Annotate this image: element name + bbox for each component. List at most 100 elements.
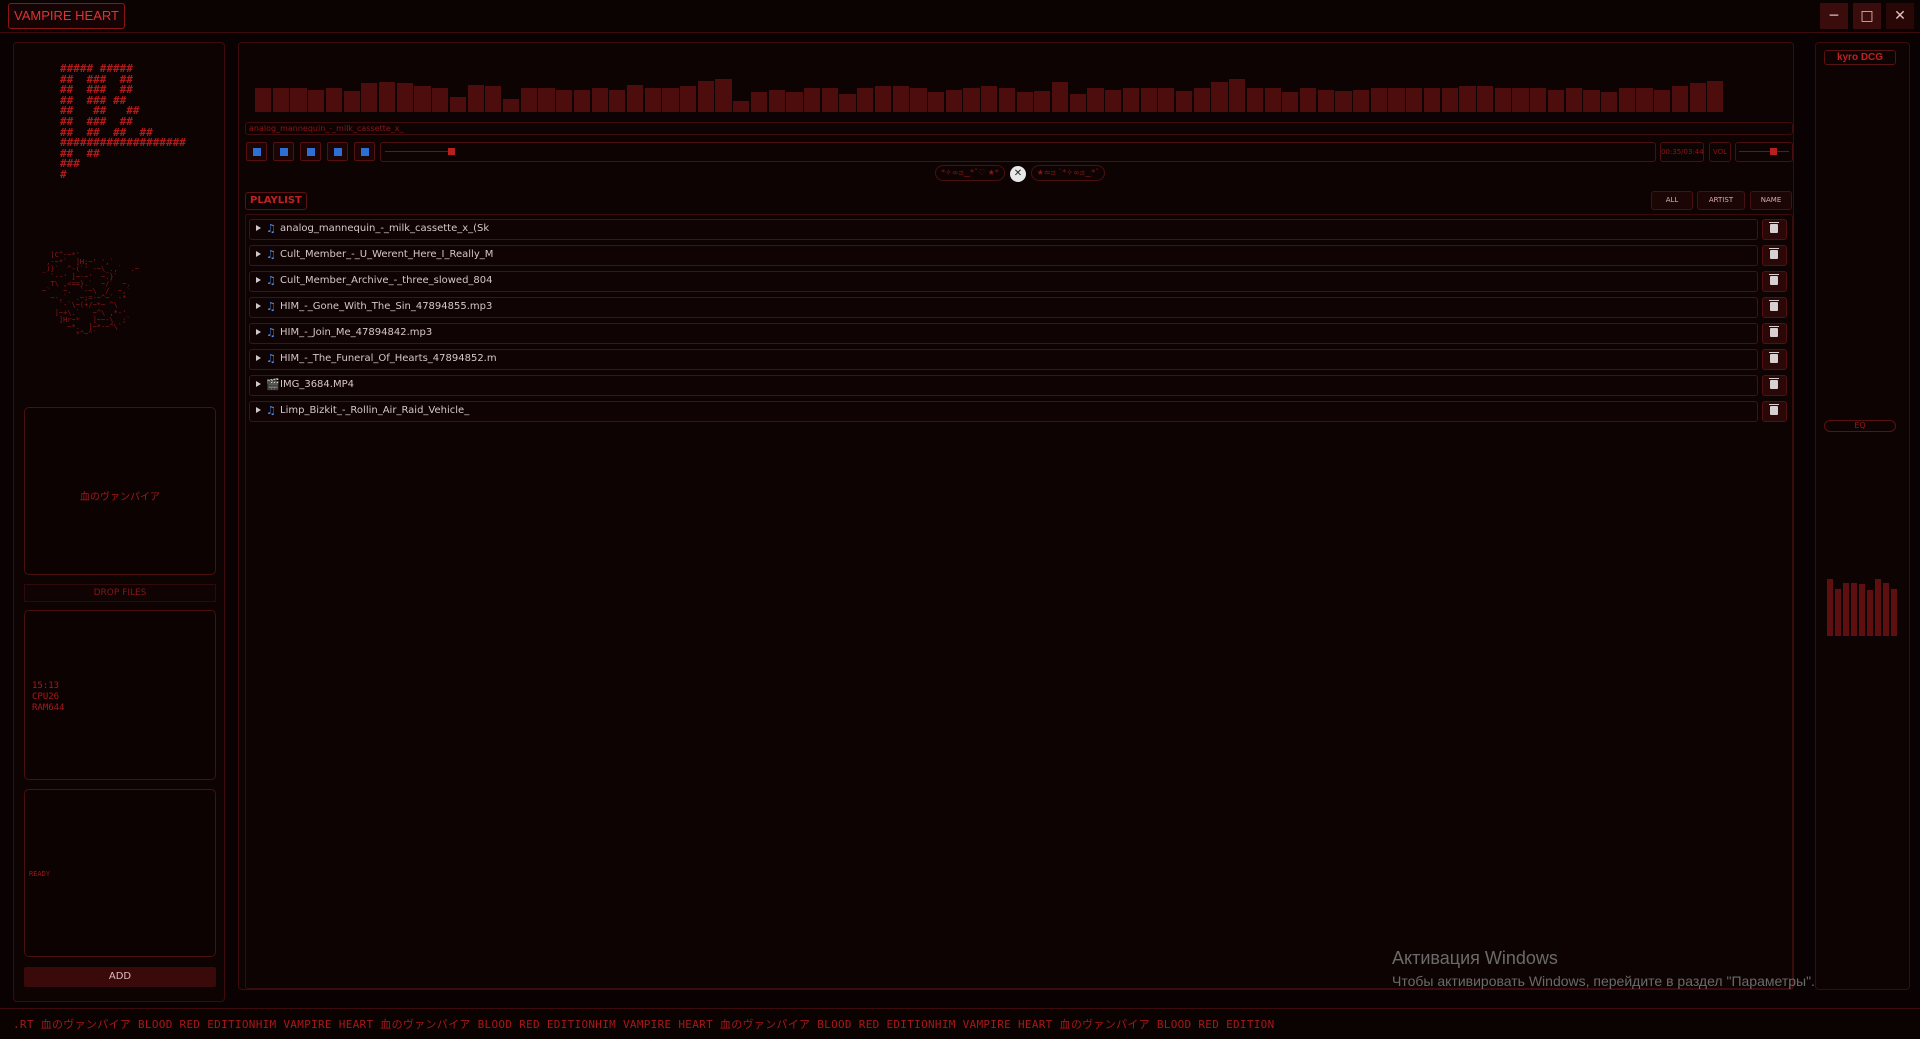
volume-slider[interactable] xyxy=(1735,142,1793,162)
visualizer-bar xyxy=(750,92,768,112)
delete-track-button[interactable] xyxy=(1762,375,1787,396)
play-triangle-icon[interactable] xyxy=(256,407,261,413)
track-row[interactable]: 🎬 IMG_3684.MP4 xyxy=(249,375,1758,396)
trash-icon xyxy=(1769,274,1779,285)
drop-files-zone[interactable]: DROP FILES xyxy=(24,584,216,602)
track-row[interactable]: ♫ Cult_Member_-_U_Werent_Here_I_Really_M xyxy=(249,245,1758,266)
visualizer-bar xyxy=(1051,82,1069,112)
play-triangle-icon[interactable] xyxy=(256,251,261,257)
next-button[interactable] xyxy=(327,142,348,161)
visualizer-bar xyxy=(1583,90,1600,112)
trash-icon xyxy=(1769,300,1779,311)
music-icon: ♫ xyxy=(266,248,276,261)
track-name: Limp_Bizkit_-_Rollin_Air_Raid_Vehicle_ xyxy=(280,405,470,416)
volume-thumb[interactable] xyxy=(1770,148,1777,155)
stat-ram: RAM644 xyxy=(32,703,65,713)
visualizer-bar xyxy=(1441,87,1458,112)
kaomoji-right-button[interactable]: ★≈ಡ `*✧∞ಡ‿*ˇ xyxy=(1031,165,1105,181)
visualizer-bar xyxy=(910,87,927,112)
trash-icon xyxy=(1769,326,1779,337)
visualizer-bar xyxy=(1264,87,1281,112)
kaomoji-left-button[interactable]: *✧∞ಡ‿*ˇ♡ ★* xyxy=(935,165,1005,181)
play-triangle-icon[interactable] xyxy=(256,303,261,309)
visualizer-bar xyxy=(1636,87,1653,112)
visualizer-bar xyxy=(609,90,626,112)
delete-track-button[interactable] xyxy=(1762,245,1787,266)
eq-bar xyxy=(1875,579,1881,636)
play-button[interactable] xyxy=(273,142,294,161)
delete-track-button[interactable] xyxy=(1762,323,1787,344)
play-triangle-icon[interactable] xyxy=(256,225,261,231)
visualizer-bar xyxy=(644,87,661,112)
play-triangle-icon[interactable] xyxy=(256,277,261,283)
center-close-icon[interactable]: ✕ xyxy=(1010,166,1026,182)
time-display: 00:35/03:44 xyxy=(1660,142,1704,162)
visualizer-bar xyxy=(1494,87,1511,112)
visualizer-bar xyxy=(1370,87,1387,112)
stat-time: 15:13 xyxy=(32,681,60,691)
track-name: Cult_Member_Archive_-_three_slowed_804 xyxy=(280,275,493,286)
stop-icon xyxy=(307,148,315,156)
close-button[interactable]: ✕ xyxy=(1886,3,1914,29)
visualizer-bar xyxy=(1707,81,1724,112)
minimize-button[interactable]: ─ xyxy=(1820,3,1848,29)
play-triangle-icon[interactable] xyxy=(256,355,261,361)
track-row[interactable]: ♫ HIM_-_The_Funeral_Of_Hearts_47894852.m xyxy=(249,349,1758,370)
play-triangle-icon[interactable] xyxy=(256,381,261,387)
visualizer-bar xyxy=(502,98,520,112)
visualizer-bar xyxy=(928,92,945,112)
eq-bar xyxy=(1867,590,1873,636)
video-icon: 🎬 xyxy=(266,378,280,391)
visualizer-bar xyxy=(1140,87,1157,112)
visualizer-bar xyxy=(715,79,732,112)
visualizer-bar xyxy=(1016,92,1033,112)
seek-thumb[interactable] xyxy=(448,148,456,155)
visualizer-bar xyxy=(1158,87,1175,112)
prev-button[interactable] xyxy=(246,142,267,161)
delete-track-button[interactable] xyxy=(1762,271,1787,292)
visualizer-bar xyxy=(1299,87,1317,112)
loop-button[interactable] xyxy=(354,142,375,161)
add-button[interactable]: ADD xyxy=(24,967,216,987)
delete-track-button[interactable] xyxy=(1762,401,1787,422)
volume-track xyxy=(1739,151,1789,152)
delete-track-button[interactable] xyxy=(1762,349,1787,370)
eq-button[interactable]: EQ xyxy=(1824,420,1896,432)
sort-name-button[interactable]: NAME xyxy=(1750,191,1792,210)
visualizer-bar xyxy=(1211,82,1228,112)
delete-track-button[interactable] xyxy=(1762,219,1787,240)
visualizer-bar xyxy=(467,84,484,112)
track-row[interactable]: ♫ HIM_-_Join_Me_47894842.mp3 xyxy=(249,323,1758,344)
seek-bar[interactable] xyxy=(380,142,1656,162)
name-box: 血のヴァンパイア xyxy=(24,407,216,575)
track-row[interactable]: ♫ Limp_Bizkit_-_Rollin_Air_Raid_Vehicle_ xyxy=(249,401,1758,422)
track-row[interactable]: ♫ HIM_-_Gone_With_The_Sin_47894855.mp3 xyxy=(249,297,1758,318)
track-row[interactable]: ♫ analog_mannequin_-_milk_cassette_x_(Sk xyxy=(249,219,1758,240)
visualizer-bar xyxy=(1122,87,1140,112)
visualizer-bar xyxy=(1477,85,1494,112)
sort-all-button[interactable]: ALL xyxy=(1651,191,1693,210)
visualizer-bar xyxy=(538,87,555,112)
visualizer-bar xyxy=(786,92,803,112)
visualizer-bar xyxy=(1388,87,1405,112)
track-row[interactable]: ♫ Cult_Member_Archive_-_three_slowed_804 xyxy=(249,271,1758,292)
visualizer-bar xyxy=(1689,83,1706,112)
track-name: HIM_-_Join_Me_47894842.mp3 xyxy=(280,327,433,338)
sort-artist-button[interactable]: ARTIST xyxy=(1697,191,1745,210)
play-triangle-icon[interactable] xyxy=(256,329,261,335)
visualizer-bar xyxy=(573,90,590,112)
maximize-button[interactable]: □ xyxy=(1853,3,1881,29)
ascii-art: ]C^-~*' ,-~*` ]H;~' ',` _)}` ^-(`' -~\_.… xyxy=(42,251,139,339)
eq-bar xyxy=(1835,588,1841,636)
delete-track-button[interactable] xyxy=(1762,297,1787,318)
windows-activation-text: Чтобы активировать Windows, перейдите в … xyxy=(1392,973,1815,989)
stop-button[interactable] xyxy=(300,142,321,161)
eq-bar xyxy=(1851,582,1857,636)
right-sidebar xyxy=(1815,42,1910,990)
visualizer-bar xyxy=(963,87,980,112)
music-icon: ♫ xyxy=(266,274,276,287)
trash-icon xyxy=(1769,248,1779,259)
eq-bar xyxy=(1883,582,1889,636)
visualizer-bar xyxy=(449,96,467,112)
visualizer-bar xyxy=(821,87,838,112)
